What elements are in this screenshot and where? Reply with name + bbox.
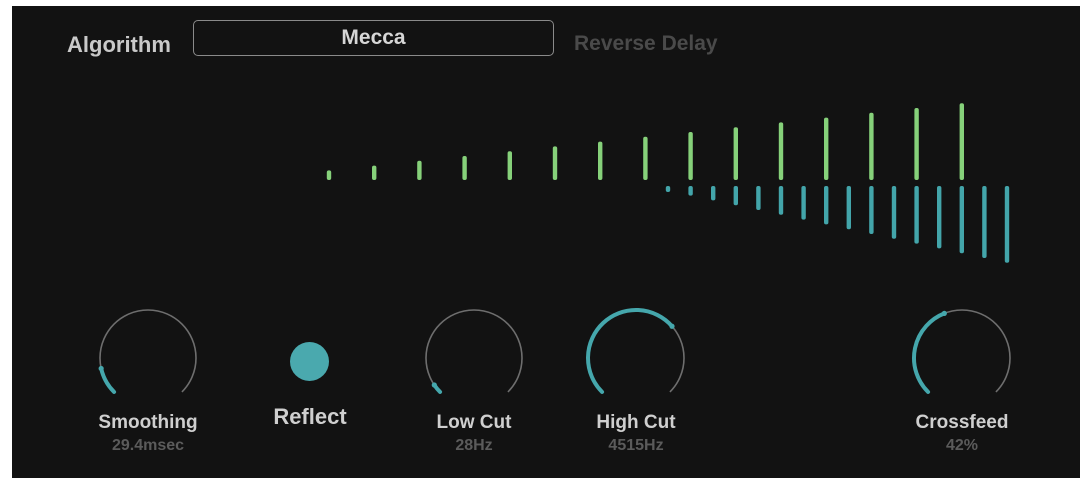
teal-tap-bar bbox=[982, 186, 987, 258]
crossfeed-value: 42% bbox=[945, 437, 979, 454]
green-tap-bar bbox=[824, 117, 829, 180]
green-tap-bar bbox=[598, 141, 603, 180]
green-tap-bar bbox=[552, 146, 558, 180]
high-cut-label: High Cut bbox=[596, 412, 676, 433]
teal-tap-bar bbox=[959, 186, 964, 254]
teal-tap-bar bbox=[824, 186, 829, 225]
green-tap-bar bbox=[417, 160, 422, 180]
teal-tap-bar bbox=[846, 186, 851, 230]
green-tap-bar bbox=[778, 122, 784, 180]
high-cut-value: 4515Hz bbox=[608, 437, 664, 454]
teal-tap-bar bbox=[756, 186, 761, 210]
smoothing-knob[interactable] bbox=[96, 306, 200, 410]
knob-value-arc bbox=[912, 311, 947, 394]
teal-tap-bar bbox=[869, 186, 874, 234]
smoothing-value: 29.4msec bbox=[111, 437, 185, 454]
teal-tap-bar bbox=[778, 186, 784, 215]
knob-value-arc bbox=[99, 366, 117, 394]
crossfeed-knob[interactable] bbox=[910, 306, 1014, 410]
knob-value-arc bbox=[586, 308, 675, 394]
green-tap-bar bbox=[326, 170, 332, 180]
teal-tap-bar bbox=[937, 186, 942, 249]
green-tap-bar bbox=[688, 132, 693, 180]
green-tap-bar bbox=[959, 103, 964, 180]
low-cut-knob[interactable] bbox=[422, 306, 526, 410]
teal-tap-bar bbox=[711, 186, 716, 201]
knob-indicator bbox=[669, 323, 675, 329]
green-tap-bar bbox=[643, 136, 648, 180]
delay-visualizer bbox=[326, 103, 1010, 263]
knob-track bbox=[99, 309, 197, 393]
teal-tap-bar bbox=[733, 186, 738, 206]
green-tap-bar bbox=[869, 112, 874, 180]
knob-indicator bbox=[941, 310, 947, 316]
plugin-panel: Algorithm Mecca Reverse Delay Smoothing … bbox=[12, 6, 1080, 478]
teal-tap-bar bbox=[891, 186, 897, 239]
knob-track bbox=[425, 309, 523, 393]
green-tap-bar bbox=[462, 156, 467, 180]
knob-indicator bbox=[98, 365, 104, 372]
high-cut-knob[interactable] bbox=[584, 306, 688, 410]
crossfeed-label: Crossfeed bbox=[915, 412, 1009, 433]
teal-tap-bar bbox=[914, 186, 919, 244]
teal-tap-bar bbox=[1004, 186, 1010, 263]
knob-indicator bbox=[431, 382, 437, 388]
green-tap-bar bbox=[914, 108, 919, 180]
green-tap-bar bbox=[733, 127, 738, 180]
teal-tap-bar bbox=[688, 186, 693, 196]
reflect-button[interactable] bbox=[290, 342, 329, 381]
green-tap-bar bbox=[507, 151, 512, 180]
teal-tap-bar bbox=[801, 186, 806, 220]
green-tap-bar bbox=[372, 165, 377, 180]
teal-tap-bar bbox=[665, 186, 671, 192]
